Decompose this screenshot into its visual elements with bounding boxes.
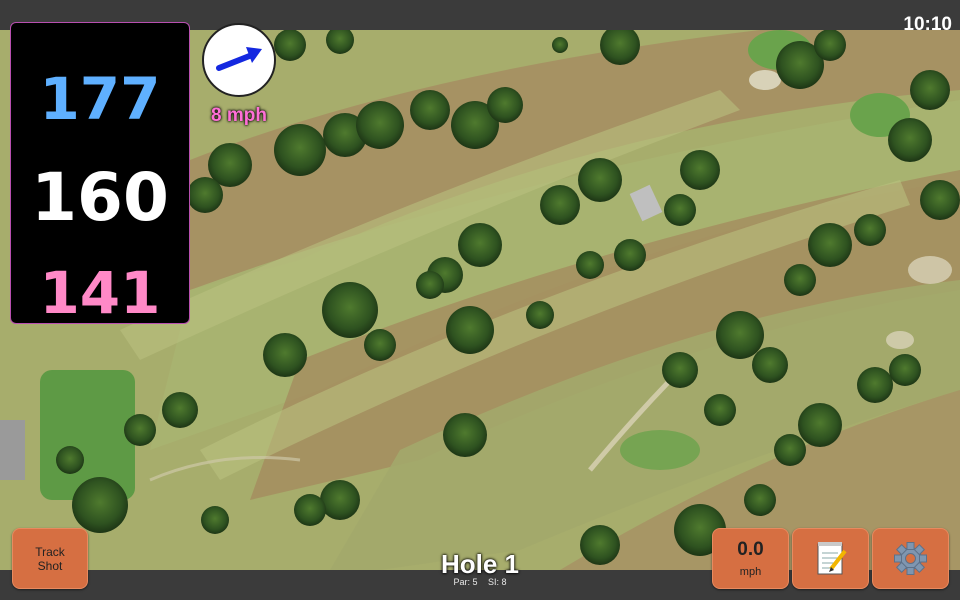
distance-panel: 177 160 141 — [10, 22, 190, 327]
wind-arrow-icon — [216, 47, 262, 71]
middle-distance: 160 — [31, 159, 169, 236]
wind-dial[interactable] — [202, 23, 276, 97]
settings-button[interactable] — [872, 528, 949, 589]
back-distance: 177 — [39, 65, 161, 133]
track-shot-label: Track Shot — [13, 545, 87, 573]
wind-speed: 8 mph — [211, 105, 267, 126]
hole-stroke-index: SI: 8 — [488, 577, 507, 587]
hole-par: Par: 5 — [453, 577, 478, 587]
speed-button[interactable]: 0.0 mph — [712, 528, 789, 589]
track-shot-button[interactable]: Track Shot — [12, 528, 88, 589]
speed-value: 0.0 — [737, 539, 764, 560]
gear-icon — [873, 529, 948, 588]
notes-button[interactable] — [792, 528, 869, 589]
speed-unit: mph — [739, 566, 762, 578]
track-shot-line1: Track — [35, 545, 65, 559]
notepad-icon — [793, 529, 868, 588]
front-distance: 141 — [39, 259, 161, 327]
track-shot-line2: Shot — [37, 559, 63, 573]
hole-title: Hole 1 — [440, 549, 520, 579]
hole-meta: Par: 5 SI: 8 — [380, 577, 580, 587]
